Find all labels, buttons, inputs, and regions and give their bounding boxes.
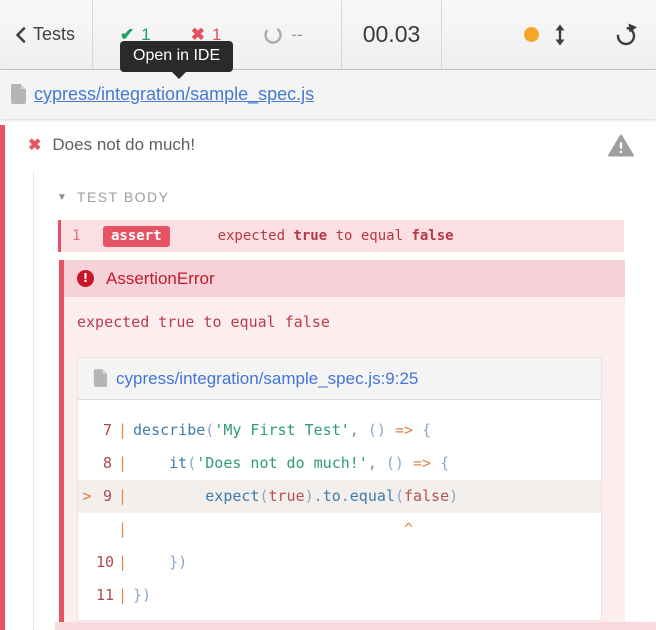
code-gutter-pipe: |	[118, 520, 128, 538]
code-frame: cypress/integration/sample_spec.js:9:25 …	[77, 357, 602, 621]
next-section-cutoff	[55, 622, 656, 630]
duration-section: 00.03	[342, 0, 442, 69]
test-title-row[interactable]: ✖ Does not do much!	[5, 125, 656, 165]
code-gutter-pipe: |	[118, 421, 128, 439]
code-body: 7 | describe('My First Test', () => { 8 | it…	[78, 400, 601, 620]
code-line: 7 | describe('My First Test', () => {	[78, 414, 601, 447]
command-message-part: to equal	[327, 228, 412, 244]
code-line: 11 |})	[78, 579, 601, 612]
spec-file-link[interactable]: cypress/integration/sample_spec.js	[34, 84, 314, 105]
code-line-number: 7	[102, 421, 112, 439]
spec-file-row: cypress/integration/sample_spec.js	[0, 70, 656, 119]
command-message-part: false	[411, 228, 454, 244]
code-line-text: })	[169, 553, 188, 571]
code-line-text: describe('My First Test', () => {	[133, 421, 432, 439]
command-message: expected true to equal false	[218, 228, 454, 244]
code-frame-header: cypress/integration/sample_spec.js:9:25	[78, 358, 601, 400]
code-line-marker	[78, 546, 96, 579]
warning-triangle-icon[interactable]	[608, 134, 634, 157]
pending-count: --	[291, 24, 303, 44]
error-exclamation-icon: !	[77, 270, 94, 287]
code-gutter-pipe: |	[118, 454, 128, 472]
assert-command-row[interactable]: 1 assert expected true to equal false	[58, 220, 624, 252]
error-header: ! AssertionError	[64, 260, 625, 297]
duration-value: 00.03	[362, 21, 421, 47]
back-to-tests-button[interactable]: Tests	[0, 0, 93, 69]
code-line: 10 | })	[78, 546, 601, 579]
file-icon	[93, 369, 108, 387]
command-number: 1	[72, 228, 81, 244]
test-failed-icon: ✖	[28, 137, 42, 154]
code-line-marker: >	[82, 487, 92, 505]
code-line: | ^	[78, 513, 601, 546]
code-line: >9 | expect(true).to.equal(false)	[78, 480, 601, 513]
error-location-link[interactable]: cypress/integration/sample_spec.js:9:25	[116, 369, 418, 389]
chevron-left-icon	[16, 26, 26, 43]
code-line-marker	[78, 447, 96, 480]
code-line-marker	[78, 414, 96, 447]
scroll-toggle-icon[interactable]	[552, 24, 568, 46]
back-label: Tests	[33, 24, 76, 44]
collapse-triangle-icon: ▼	[57, 191, 67, 203]
refresh-icon[interactable]	[614, 23, 638, 47]
file-icon	[11, 84, 26, 104]
error-message: expected true to equal false	[77, 313, 330, 331]
code-line-text: ^	[133, 520, 413, 538]
code-gutter-pipe: |	[118, 487, 128, 505]
open-in-ide-tooltip: Open in IDE	[120, 41, 234, 79]
code-line-marker	[78, 513, 96, 546]
pending-circle-icon	[264, 25, 283, 44]
test-body-section-header[interactable]: ▼ TEST BODY	[57, 187, 656, 207]
code-line-number: 11	[96, 586, 115, 604]
code-line-number	[96, 513, 112, 546]
test-title: Does not do much!	[52, 135, 196, 154]
code-line-text: expect(true).to.equal(false)	[205, 487, 459, 505]
reporter-header: Tests ✔ 1 ✖ 1 -- 00.03	[0, 0, 656, 70]
test-body-label: TEST BODY	[76, 189, 170, 205]
code-line-number: 9	[102, 487, 112, 505]
code-line: 8 | it('Does not do much!', () => {	[78, 447, 601, 480]
assert-badge: assert	[103, 225, 170, 247]
indent-guide-line	[33, 171, 34, 630]
tooltip-text: Open in IDE	[133, 47, 221, 64]
code-gutter-pipe: |	[118, 553, 128, 571]
error-body: expected true to equal false cypress/int…	[64, 297, 625, 625]
code-line-number: 8	[102, 454, 112, 472]
error-name: AssertionError	[106, 268, 215, 288]
code-gutter-pipe: |	[118, 586, 128, 604]
code-line-text: it('Does not do much!', () => {	[169, 454, 450, 472]
failed-test-panel: ✖ Does not do much! ▼ TEST BODY 1 assert…	[0, 125, 656, 630]
command-message-part: expected	[217, 228, 294, 244]
assertion-error-panel: ! AssertionError expected true to equal …	[59, 260, 625, 625]
header-controls	[442, 0, 656, 69]
auto-scroll-indicator-dot	[524, 27, 539, 42]
code-line-number: 10	[96, 553, 115, 571]
code-line-text: })	[133, 586, 152, 604]
code-line-marker	[78, 579, 96, 612]
pending-stat[interactable]: --	[263, 24, 303, 45]
command-message-part: true	[293, 228, 328, 244]
